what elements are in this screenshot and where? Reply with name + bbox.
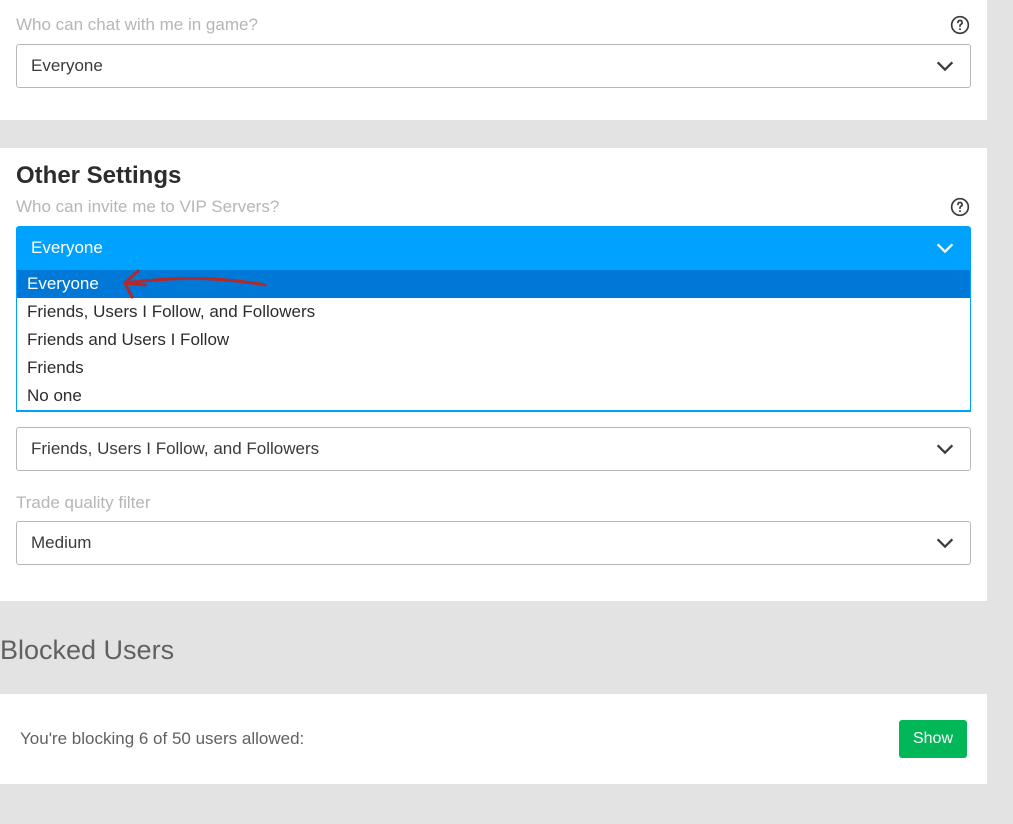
help-icon[interactable]	[949, 14, 971, 36]
chat-setting-label: Who can chat with me in game?	[16, 15, 258, 35]
vip-setting-label: Who can invite me to VIP Servers?	[16, 197, 279, 217]
chevron-down-icon	[934, 438, 956, 460]
vip-label-row: Who can invite me to VIP Servers?	[16, 196, 971, 218]
blocked-row: You're blocking 6 of 50 users allowed: S…	[20, 720, 967, 758]
chat-setting-row: Who can chat with me in game? Everyone	[16, 14, 971, 88]
chat-label-row: Who can chat with me in game?	[16, 14, 971, 36]
other-settings-panel: Other Settings Who can invite me to VIP …	[0, 148, 987, 601]
chat-settings-panel: Who can chat with me in game? Everyone	[0, 0, 987, 120]
vip-dropdown-list: Everyone Friends, Users I Follow, and Fo…	[16, 270, 971, 412]
trade-label-row: Trade quality filter	[16, 493, 971, 513]
chat-select-value: Everyone	[31, 56, 103, 76]
second-select-value: Friends, Users I Follow, and Followers	[31, 439, 319, 459]
second-select[interactable]: Friends, Users I Follow, and Followers	[16, 427, 971, 471]
second-setting-row: Friends, Users I Follow, and Followers	[16, 427, 971, 471]
trade-filter-select[interactable]: Medium	[16, 521, 971, 565]
vip-setting-row: Who can invite me to VIP Servers? Everyo…	[16, 196, 971, 412]
blocked-heading-wrap: Blocked Users	[0, 601, 987, 694]
bottom-gap	[0, 784, 987, 824]
trade-filter-value: Medium	[31, 533, 91, 553]
chevron-down-icon	[934, 237, 956, 259]
vip-select-value: Everyone	[31, 238, 103, 258]
vip-option-noone[interactable]: No one	[17, 382, 970, 410]
trade-filter-label: Trade quality filter	[16, 493, 150, 513]
blocked-users-heading: Blocked Users	[0, 601, 987, 694]
vip-select[interactable]: Everyone	[16, 226, 971, 270]
vip-option-friends-followers[interactable]: Friends, Users I Follow, and Followers	[17, 298, 970, 326]
other-settings-heading: Other Settings	[16, 162, 971, 190]
vip-option-everyone[interactable]: Everyone	[17, 270, 970, 298]
blocked-users-text: You're blocking 6 of 50 users allowed:	[20, 729, 304, 749]
spacer	[16, 477, 971, 493]
chevron-down-icon	[934, 55, 956, 77]
vip-option-friends-follow[interactable]: Friends and Users I Follow	[17, 326, 970, 354]
spacer	[16, 418, 971, 427]
chevron-down-icon	[934, 532, 956, 554]
chat-select[interactable]: Everyone	[16, 44, 971, 88]
trade-filter-row: Trade quality filter Medium	[16, 493, 971, 565]
help-icon[interactable]	[949, 196, 971, 218]
vip-option-friends[interactable]: Friends	[17, 354, 970, 382]
panel-gap	[0, 120, 1013, 148]
show-button[interactable]: Show	[899, 720, 967, 758]
blocked-users-panel: You're blocking 6 of 50 users allowed: S…	[0, 694, 987, 784]
